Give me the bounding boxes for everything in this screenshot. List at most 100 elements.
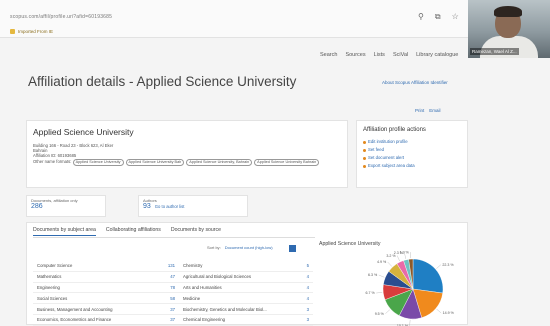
set-feed-action[interactable]: Set feed [363,146,461,154]
table-row: Social Sciences58Medicine4 [33,293,313,304]
edit-profile-action[interactable]: Edit institution profile [363,138,461,146]
subject-name: Social Sciences [33,296,159,301]
bookmark-imported[interactable]: Imported From IE [10,29,53,34]
pie-slice-label: 6.3 % [368,273,378,277]
subject-name: Chemical Engineering [179,317,299,322]
subject-count[interactable]: 131 [159,263,179,268]
other-names: Other name formats: Applied Science Univ… [33,159,341,166]
subject-count[interactable]: 78 [159,285,179,290]
pie-slice-label: 14.9 % [443,311,455,315]
subject-count[interactable]: 4 [299,274,309,279]
subject-count[interactable]: 58 [159,296,179,301]
webcam-name: Ramezan, Wael Al Z... [470,48,519,55]
table-row: Economics, Econometrics and Finance37Che… [33,315,313,326]
pie-leader-line [436,265,441,269]
star-icon[interactable]: ☆ [452,12,459,22]
subject-name: Arts and Humanities [179,285,299,290]
table-row: Engineering78Arts and Humanities4 [33,283,313,294]
pie-leader-line [388,262,392,266]
subject-count[interactable]: 47 [159,274,179,279]
webcam-hair [494,6,522,17]
table-row: Computer Science131Chemistry5 [33,261,313,272]
print-button[interactable]: Print [415,108,424,113]
search-icon[interactable]: ⚲ [418,12,424,22]
name-chip: Applied Science University, Bahrain [186,159,252,166]
subject-name: Mathematics [33,274,159,279]
name-chip: Applied Science University [73,159,124,166]
subject-count[interactable]: 37 [159,317,179,322]
share-icon[interactable]: ⧉ [435,12,441,22]
folder-icon [10,29,15,34]
nav-scival[interactable]: SciVal [393,52,408,58]
subject-name: Agricultural and Biological Sciences [179,274,299,279]
pie-leader-line [376,292,382,293]
pie-slice[interactable] [413,259,443,293]
export-icon [363,165,366,168]
pie-leader-line [437,309,442,313]
subject-count[interactable]: 37 [159,307,179,312]
sort-label: Sort by: [207,245,221,250]
grid-view-icon[interactable] [289,245,296,252]
print-email-bar: Print Email [415,108,441,113]
other-names-label: Other name formats: [33,159,71,164]
chart-title: Applied Science University [319,241,380,247]
nav-sources[interactable]: Sources [345,52,365,58]
tab-divider [33,237,315,238]
export-data-action[interactable]: Export subject area data [363,162,461,170]
document-alert-action[interactable]: Set document alert [363,154,461,162]
pie-slice-label: 6.7 % [366,291,376,295]
nav-lists[interactable]: Lists [374,52,385,58]
pie-slice-label: 1.9 % [400,250,410,254]
email-button[interactable]: Email [429,108,440,113]
name-chip: Applied Science University Bah [126,159,185,166]
bell-icon [363,157,366,160]
table-row: Business, Management and Accounting37Bio… [33,304,313,315]
edit-icon [363,141,366,144]
affiliation-info-card: Applied Science University Building 166 … [26,120,348,188]
sort-control: Sort by: Document count (high-low) [207,245,273,250]
subject-name: Biochemistry, Genetics and Molecular Bio… [179,307,299,312]
action-label: Set document alert [368,154,404,162]
nav-library-catalogue[interactable]: Library catalogue [416,52,458,58]
tab-by-source[interactable]: Documents by source [171,227,221,236]
tab-subject-area[interactable]: Documents by subject area [33,227,96,236]
subject-count[interactable]: 4 [299,285,309,290]
rss-icon [363,149,366,152]
pie-leader-line [397,256,400,261]
sort-select[interactable]: Document count (high-low) [225,245,273,250]
about-affiliation-link[interactable]: About Scopus Affiliation Identifier [382,80,448,85]
browser-icons: ⚲ ⧉ ☆ [418,12,459,22]
authors-value[interactable]: 93 [143,203,151,210]
subject-name: Engineering [33,285,159,290]
tab-collaborating[interactable]: Collaborating affiliations [106,227,161,236]
action-label: Set feed [368,146,384,154]
subject-count[interactable]: 5 [299,263,309,268]
subject-name: Medicine [179,296,299,301]
pie-leader-line [385,310,389,314]
subject-count[interactable]: 4 [299,296,309,301]
subject-name: Chemistry [179,263,299,268]
address-bar[interactable]: scopus.com/affil/profile.uri?afid=601936… [10,14,112,20]
pie-slice-label: 22.3 % [442,263,454,267]
subject-count[interactable]: 3 [299,317,309,322]
table-row: Mathematics47Agricultural and Biological… [33,272,313,283]
action-label: Edit institution profile [368,138,408,146]
subject-name: Computer Science [33,263,159,268]
documents-count[interactable]: 286 [31,203,101,210]
name-chip: Applied Science University Bahrain [254,159,319,166]
author-list-link[interactable]: Go to author list [155,204,185,209]
pie-slice-label: 9.5 % [375,312,385,316]
top-navigation: Search Sources Lists SciVal Library cata… [320,52,458,58]
subject-name: Economics, Econometrics and Finance [33,317,159,322]
bookmark-label: Imported From IE [18,29,53,34]
page-title: Affiliation details - Applied Science Un… [28,74,296,89]
profile-actions-title: Affiliation profile actions [363,127,461,133]
pie-slice-label: 4.9 % [377,260,387,264]
documents-panel: Documents by subject area Collaborating … [26,222,468,325]
subject-table: Computer Science131Chemistry5Mathematics… [33,261,313,326]
subject-count[interactable]: 3 [299,307,309,312]
authors-stat: Authors 93Go to author list [138,195,248,217]
nav-search[interactable]: Search [320,52,337,58]
subject-pie-chart: 22.3 %14.9 %10.1 %9.5 %6.7 %6.3 %4.9 %3.… [317,253,465,326]
documents-stat: Documents, affiliation only 286 [26,195,106,217]
